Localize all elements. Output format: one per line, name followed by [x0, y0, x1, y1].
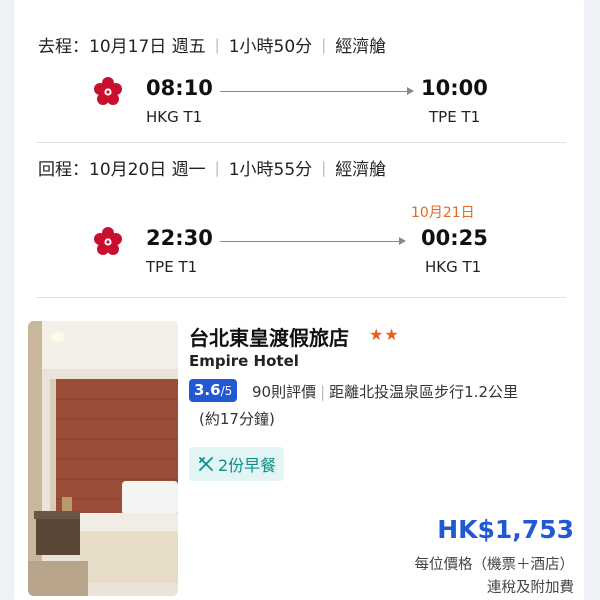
plum-blossom-airline-logo	[94, 227, 122, 255]
return-arrival-airport: HKG T1	[425, 258, 482, 276]
outbound-departure-time: 08:10	[146, 76, 213, 100]
walk-time: (約17分鐘)	[199, 410, 275, 428]
hotel-distance: 距離北投温泉區步行1.2公里	[329, 383, 519, 401]
outbound-duration: 1小時50分	[228, 37, 313, 57]
plum-blossom-airline-logo	[94, 77, 122, 105]
return-cabin: 經濟艙	[335, 160, 387, 180]
review-count: 90則評價	[252, 383, 317, 401]
utensils-icon	[199, 457, 213, 471]
return-header: 回程： 10月20日 週一 | 1小時55分 | 經濟艙	[38, 155, 387, 181]
price-note: 每位價格（機票＋酒店）	[414, 557, 575, 573]
return-date: 10月20日 週一	[89, 160, 206, 180]
outbound-date: 10月17日 週五	[89, 37, 206, 57]
return-flight-arrow	[220, 241, 400, 242]
hotel-name-zh[interactable]: 台北東皇渡假旅店	[189, 322, 349, 351]
meta-separator: |	[320, 383, 326, 401]
package-price: HK$1,753	[437, 515, 574, 544]
return-arrival-time: 00:25	[421, 226, 488, 250]
arrival-date-note: 10月21日	[411, 205, 475, 221]
return-duration: 1小時55分	[228, 160, 313, 180]
hotel-star-rating: ★★	[369, 325, 400, 344]
outbound-arrival-time: 10:00	[421, 76, 488, 100]
outbound-flight-arrow	[220, 91, 408, 92]
outbound-arrival-airport: TPE T1	[429, 108, 481, 126]
arrow-right-icon	[407, 87, 414, 95]
leg-divider	[36, 142, 566, 143]
section-divider	[36, 297, 566, 298]
return-departure-airport: TPE T1	[146, 258, 198, 276]
arrow-right-icon	[399, 237, 406, 245]
hotel-name-en: Empire Hotel	[189, 352, 299, 370]
return-label: 回程：	[38, 160, 89, 180]
return-departure-time: 22:30	[146, 226, 213, 250]
hotel-meta: 90則評價 | 距離北投温泉區步行1.2公里	[252, 381, 518, 402]
header-separator: |	[321, 35, 327, 54]
review-score: 3.6	[194, 381, 221, 399]
header-separator: |	[321, 158, 327, 177]
review-score-max: /5	[220, 384, 233, 398]
outbound-cabin: 經濟艙	[335, 37, 387, 57]
outbound-departure-airport: HKG T1	[146, 108, 203, 126]
hotel-photo[interactable]	[28, 321, 178, 596]
header-separator: |	[214, 35, 220, 54]
breakfast-tag: 2份早餐	[189, 447, 285, 481]
review-score-badge: 3.6/5	[189, 379, 238, 402]
header-separator: |	[214, 158, 220, 177]
price-tax-note: 連稅及附加費	[487, 580, 574, 596]
outbound-header: 去程： 10月17日 週五 | 1小時50分 | 經濟艙	[38, 32, 387, 58]
outbound-label: 去程：	[38, 37, 89, 57]
breakfast-label: 2份早餐	[218, 456, 277, 475]
